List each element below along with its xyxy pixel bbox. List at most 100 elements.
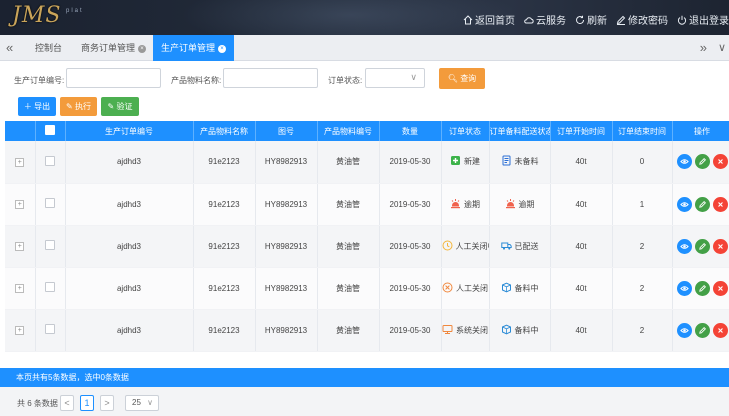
status-label: 订单状态: — [328, 76, 363, 85]
verify-button[interactable]: ✎ 验证 — [101, 97, 139, 116]
select-all-checkbox[interactable] — [45, 125, 55, 135]
close-icon — [717, 201, 723, 207]
column-header[interactable]: 数量 — [379, 121, 442, 141]
expand-row-plus-icon[interactable]: + — [15, 157, 25, 167]
view-button[interactable] — [676, 322, 692, 338]
row-checkbox[interactable] — [45, 198, 55, 208]
refresh-link[interactable]: 刷新 — [575, 12, 607, 27]
delete-button[interactable] — [712, 322, 728, 338]
execute-button[interactable]: ✎ 执行 — [60, 97, 97, 116]
material-name-cell: 91e2123 — [193, 267, 256, 310]
table-row[interactable]: + ajdhd3 91e2123 HY8982913 黄油管 2019-05-30 逾期 逾期… — [5, 183, 729, 226]
expand-row-plus-icon[interactable]: + — [15, 326, 25, 335]
expand-row-plus-icon[interactable]: + — [15, 200, 25, 209]
row-checkbox[interactable] — [45, 282, 55, 292]
next-page-button[interactable]: > — [100, 395, 114, 411]
drawing-no-cell: HY8982913 — [255, 267, 318, 310]
tab-production-orders[interactable]: 生产订单管理 × — [153, 35, 235, 61]
home-link[interactable]: 返回首页 — [463, 12, 515, 27]
edit-button[interactable] — [694, 154, 710, 170]
close-icon — [717, 285, 723, 291]
edit-button[interactable] — [694, 238, 710, 254]
tabs-scroll-right-icon[interactable]: » — [700, 40, 707, 55]
column-header[interactable]: 订单结束时间 — [612, 121, 673, 141]
drawing-no-cell: HY8982913 — [255, 309, 318, 352]
chevron-down-icon: ∨ — [147, 398, 153, 407]
action-bar: ＋ 导出 ✎ 执行 ✎ 验证 — [0, 95, 729, 121]
change-password-link[interactable]: 修改密码 — [616, 12, 668, 27]
expand-cell: + — [5, 225, 36, 268]
edit-button[interactable] — [694, 196, 710, 212]
start-time-cell: 40t — [550, 309, 613, 352]
end-time-cell: 1 — [612, 183, 673, 226]
order-no-cell: ajdhd3 — [65, 183, 194, 226]
column-header[interactable]: 图号 — [255, 121, 318, 141]
end-time-cell: 2 — [612, 225, 673, 268]
column-header[interactable]: 产品物料编号 — [317, 121, 380, 141]
tabs-scroll-left-icon[interactable]: « — [6, 40, 13, 55]
export-button-label: 导出 — [34, 102, 51, 111]
logout-link[interactable]: 退出登录 — [677, 12, 729, 27]
tab-label: 控制台 — [35, 43, 63, 53]
column-header[interactable]: 订单备料配送状态 — [489, 121, 551, 141]
tab-close-icon[interactable]: × — [138, 44, 147, 53]
operations-cell — [672, 141, 729, 184]
edit-button[interactable] — [694, 280, 710, 296]
delete-button[interactable] — [712, 196, 728, 212]
material-name-cell: 91e2123 — [193, 183, 256, 226]
prev-page-button[interactable]: < — [60, 395, 74, 411]
prep-status-label: 备料中 — [514, 325, 539, 335]
material-no-cell: 黄油管 — [317, 267, 380, 310]
row-checkbox[interactable] — [45, 155, 55, 166]
column-header[interactable]: 订单开始时间 — [550, 121, 613, 141]
row-checkbox[interactable] — [45, 324, 55, 334]
select-cell — [35, 267, 66, 310]
tab-bar: « 控制台 商务订单管理 × 生产订单管理 × » ∨ — [0, 35, 729, 61]
prep-status-cell: 已配送 — [489, 225, 551, 268]
expand-row-plus-icon[interactable]: + — [15, 284, 25, 293]
tabs-menu-chevron-down-icon[interactable]: ∨ — [718, 41, 726, 54]
edit-icon — [698, 242, 706, 250]
page-number-button[interactable]: 1 — [80, 395, 94, 411]
tab-close-icon[interactable]: × — [218, 44, 227, 53]
expand-column-header — [5, 121, 36, 141]
app-logo[interactable]: JMS — [12, 3, 61, 28]
row-checkbox[interactable] — [45, 240, 55, 250]
view-button[interactable] — [676, 280, 692, 296]
delete-button[interactable] — [712, 154, 728, 170]
tab-business-orders[interactable]: 商务订单管理 × — [73, 35, 154, 61]
material-no-cell: 黄油管 — [317, 141, 380, 184]
close-circle-icon — [442, 282, 453, 295]
delete-button[interactable] — [712, 238, 728, 254]
delete-button[interactable] — [712, 280, 728, 296]
table-row[interactable]: + ajdhd3 91e2123 HY8982913 黄油管 2019-05-30 新建 未备… — [5, 141, 729, 184]
order-no-cell: ajdhd3 — [65, 141, 194, 184]
view-button[interactable] — [676, 154, 692, 170]
expand-row-plus-icon[interactable]: + — [15, 242, 25, 251]
view-button[interactable] — [676, 196, 692, 212]
export-button[interactable]: ＋ 导出 — [18, 97, 56, 116]
start-time-cell: 40t — [550, 267, 613, 310]
table-row[interactable]: + ajdhd3 91e2123 HY8982913 黄油管 2019-05-30 人工关闭… — [5, 267, 729, 310]
status-select[interactable]: ∨ — [365, 68, 425, 88]
view-button[interactable] — [676, 238, 692, 254]
eye-icon — [679, 201, 689, 207]
search-button[interactable]: 🔍︎ 查询 — [439, 68, 485, 89]
column-header[interactable]: 订单状态 — [441, 121, 490, 141]
edit-icon — [698, 158, 706, 166]
plus-icon: ＋ — [23, 102, 32, 111]
edit-button[interactable] — [694, 322, 710, 338]
cloud-link[interactable]: 云服务 — [524, 12, 566, 27]
verify-button-label: 验证 — [116, 102, 133, 111]
table-row[interactable]: + ajdhd3 91e2123 HY8982913 黄油管 2019-05-30 人工关闭… — [5, 225, 729, 268]
status-label: 系统关闭 — [456, 325, 488, 335]
tab-dashboard[interactable]: 控制台 — [27, 35, 70, 61]
product-name-input[interactable] — [223, 68, 318, 88]
column-header[interactable]: 产品物料名称 — [193, 121, 256, 141]
top-header: JMS plat 返回首页 云服务 刷新 修改密码 退出登录 — [0, 0, 729, 35]
table-row[interactable]: + ajdhd3 91e2123 HY8982913 黄油管 2019-05-30 系统关闭… — [5, 309, 729, 352]
prep-status-label: 备料中 — [514, 283, 539, 293]
order-no-input[interactable] — [66, 68, 161, 88]
page-size-select[interactable]: 25 ∨ — [125, 395, 159, 411]
column-header[interactable]: 生产订单编号 — [65, 121, 194, 141]
